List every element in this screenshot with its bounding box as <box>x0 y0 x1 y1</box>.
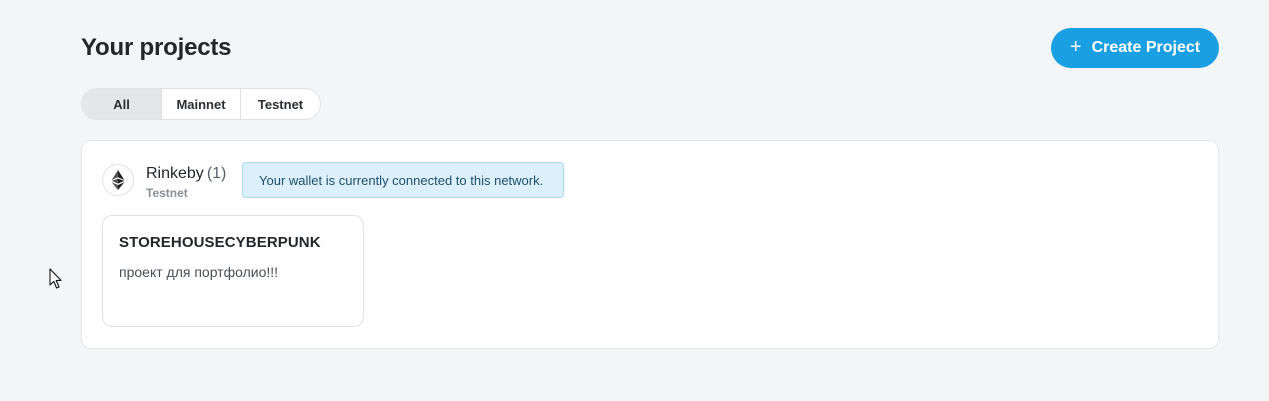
project-name: STOREHOUSECYBERPUNK <box>119 234 321 251</box>
network-name: Rinkeby (1) <box>146 165 226 183</box>
wallet-connected-notice: Your wallet is currently connected to th… <box>242 162 564 198</box>
network-project-count: (1) <box>206 165 227 182</box>
tab-testnet[interactable]: Testnet <box>241 89 320 119</box>
project-description: проект для портфолио!!! <box>119 264 279 280</box>
network-type: Testnet <box>146 186 188 200</box>
create-project-label: Create Project <box>1091 39 1201 56</box>
mouse-cursor-icon <box>49 268 62 295</box>
tab-all[interactable]: All <box>82 89 162 119</box>
project-card[interactable]: STOREHOUSECYBERPUNK проект для портфолио… <box>102 215 364 327</box>
plus-icon: + <box>1069 36 1082 58</box>
network-name-label: Rinkeby <box>146 165 204 182</box>
network-section: Rinkeby (1) Testnet Your wallet is curren… <box>81 140 1219 349</box>
create-project-button[interactable]: + Create Project <box>1051 28 1219 68</box>
projects-page: Your projects + Create Project All Mainn… <box>0 0 1269 401</box>
network-filter-tabs: All Mainnet Testnet <box>81 88 321 120</box>
page-title: Your projects <box>81 34 232 61</box>
ethereum-icon <box>102 164 134 196</box>
tab-mainnet[interactable]: Mainnet <box>162 89 241 119</box>
